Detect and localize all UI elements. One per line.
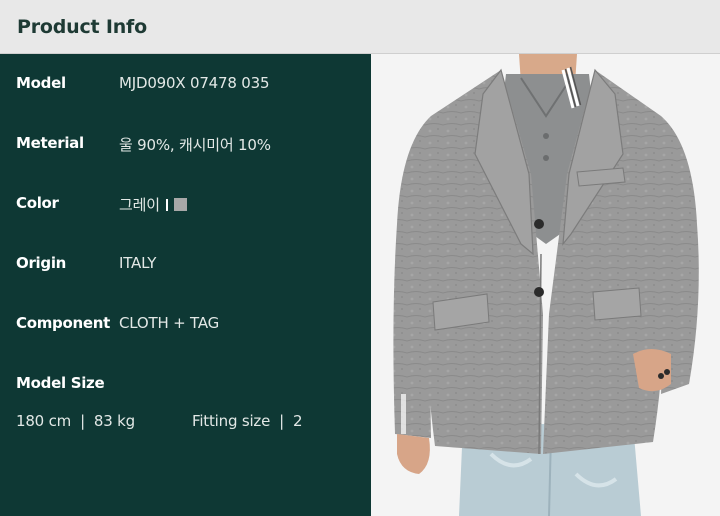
color-swatch (173, 198, 187, 211)
color-value-group: 그레이 (119, 194, 187, 215)
model-label: Model (16, 74, 66, 92)
material-label: Meterial (16, 134, 84, 152)
model-size-values: 180 cm | 83 kg Fitting size | 2 (16, 412, 303, 430)
model-weight: 83 kg (93, 412, 135, 430)
page-header: Product Info (0, 0, 720, 54)
blazer-illustration (371, 54, 720, 516)
component-label: Component (16, 314, 110, 332)
page-title: Product Info (17, 16, 147, 38)
fitting-size-value: 2 (292, 412, 303, 430)
model-height: 180 cm (16, 412, 72, 430)
color-label: Color (16, 194, 59, 212)
origin-value: ITALY (119, 254, 157, 272)
origin-label: Origin (16, 254, 67, 272)
product-photo (371, 54, 720, 516)
product-info-panel: Model MJD090X 07478 035 Meterial 울 90%, … (0, 54, 371, 516)
color-value: 그레이 (119, 196, 160, 214)
material-value: 울 90%, 캐시미어 10% (119, 136, 271, 154)
fitting-separator: | (279, 412, 284, 430)
model-value: MJD090X 07478 035 (119, 74, 270, 92)
fitting-size-label: Fitting size (192, 412, 271, 430)
fitting-size-group: Fitting size | 2 (192, 412, 303, 430)
size-separator: | (80, 412, 85, 430)
model-size-label: Model Size (16, 374, 105, 392)
component-value: CLOTH + TAG (119, 314, 220, 332)
color-separator (165, 199, 168, 211)
